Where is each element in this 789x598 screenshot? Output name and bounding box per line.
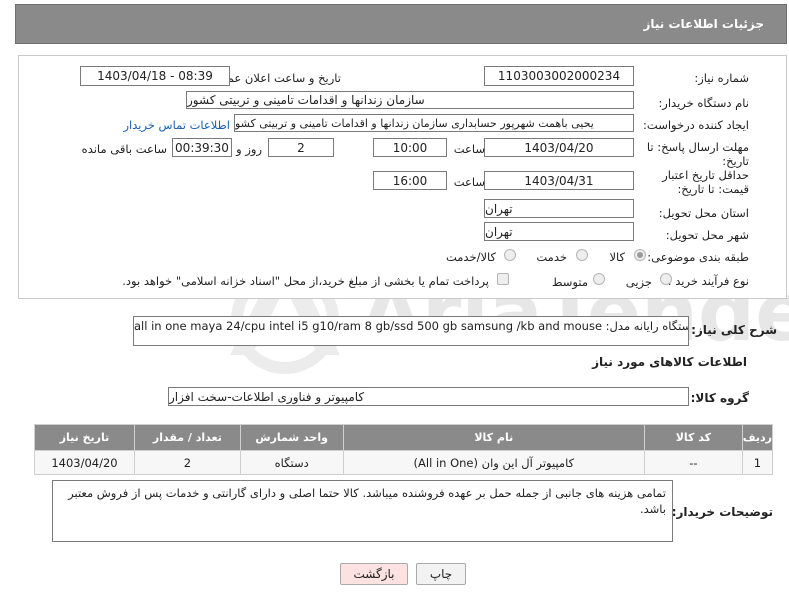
goods-group-field: کامپیوتر و فناوری اطلاعات-سخت افزار (168, 387, 689, 406)
delivery-province-field: تهران (484, 199, 634, 218)
category-label: طبقه بندی موضوعی: (647, 250, 749, 264)
reply-date-field: 1403/04/20 (484, 138, 634, 157)
reply-time-field: 10:00 (373, 138, 447, 157)
price-validity-label: حداقل تاریخ اعتبار قیمت: تا تاریخ: (662, 168, 749, 196)
buyer-org-field: سازمان زندانها و اقدامات تامینی و تربیتی… (186, 91, 634, 109)
days-label: روز و (236, 142, 262, 156)
need-number-label: شماره نیاز: (694, 71, 749, 85)
cell-code: -- (643, 450, 743, 475)
process-radio-minor[interactable] (660, 273, 672, 285)
page-title: جزئیات اطلاعات نیاز (643, 17, 764, 31)
cell-unit: دستگاه (239, 450, 344, 475)
col-row-header: ردیف (741, 424, 774, 451)
category-radio-service[interactable] (576, 249, 588, 261)
page-header: جزئیات اطلاعات نیاز (15, 4, 787, 44)
process-radio-medium[interactable] (593, 273, 605, 285)
category-radio-goods[interactable] (634, 249, 646, 261)
goods-table: ردیف کد کالا نام کالا واحد شمارش تعداد /… (34, 424, 774, 475)
description-label: شرح کلی نیاز: (691, 323, 777, 337)
col-qty-header: تعداد / مقدار (133, 424, 241, 451)
validity-time-label: ساعت (453, 175, 485, 189)
table-row: 1 -- کامپیوتر آل این وان (All in One) دس… (34, 450, 774, 475)
remaining-time-label: ساعت باقی مانده (81, 142, 167, 156)
cell-row-number: 1 (741, 450, 774, 475)
buyer-contact-link[interactable]: اطلاعات تماس خریدار (123, 118, 230, 132)
category-radio-goods-service[interactable] (504, 249, 516, 261)
buyer-notes-label: توضیحات خریدار: (671, 505, 773, 519)
treasury-payment-note: پرداخت تمام یا بخشی از مبلغ خرید،از محل … (122, 274, 489, 288)
goods-table-header: ردیف کد کالا نام کالا واحد شمارش تعداد /… (34, 424, 774, 451)
requester-field: یحیی باهمت شهرپور حسابداری سازمان زندانه… (234, 114, 634, 132)
process-option-medium: متوسط (551, 275, 588, 289)
announce-datetime-field: 1403/04/18 - 08:39 (80, 66, 230, 86)
buyer-org-label: نام دستگاه خریدار: (658, 96, 749, 110)
cell-quantity: 2 (133, 450, 241, 475)
process-type-label: نوع فرآیند خرید : (667, 274, 749, 288)
reply-deadline-label: مهلت ارسال پاسخ: تا تاریخ: (646, 140, 749, 168)
delivery-province-label: استان محل تحویل: (658, 206, 749, 220)
treasury-payment-checkbox[interactable] (497, 273, 509, 285)
validity-time-field: 16:00 (373, 171, 447, 190)
validity-date-field: 1403/04/31 (484, 171, 634, 190)
col-name-header: نام کالا (342, 424, 645, 451)
requester-label: ایجاد کننده درخواست: (643, 118, 749, 132)
col-code-header: کد کالا (643, 424, 743, 451)
goods-group-label: گروه کالا: (690, 391, 749, 405)
delivery-city-label: شهر محل تحویل: (665, 228, 749, 242)
category-option-service: خدمت (536, 250, 567, 264)
goods-section-title: اطلاعات کالاهای مورد نیاز (592, 355, 747, 369)
process-option-minor: جزیی (625, 275, 652, 289)
reply-time-label: ساعت (453, 142, 485, 156)
days-count-field: 2 (268, 138, 334, 157)
need-number-field: 1103003002000234 (484, 66, 634, 86)
back-button[interactable]: بازگشت (340, 563, 408, 585)
cell-need-date: 1403/04/20 (34, 450, 135, 475)
category-option-goods: کالا (609, 250, 625, 264)
col-unit-header: واحد شمارش (239, 424, 344, 451)
description-field: 2 دستگاه رایانه مدل: all in one maya 24/… (133, 316, 689, 346)
delivery-city-field: تهران (484, 222, 634, 241)
buyer-notes-field: تمامی هزینه های جانبی از جمله حمل بر عهد… (52, 480, 673, 542)
category-option-goods-service: کالا/خدمت (445, 250, 496, 264)
print-button[interactable]: چاپ (416, 563, 466, 585)
cell-name: کامپیوتر آل این وان (All in One) (342, 450, 645, 475)
col-date-header: تاریخ نیاز (34, 424, 135, 451)
remaining-time-field: 00:39:30 (172, 138, 232, 157)
